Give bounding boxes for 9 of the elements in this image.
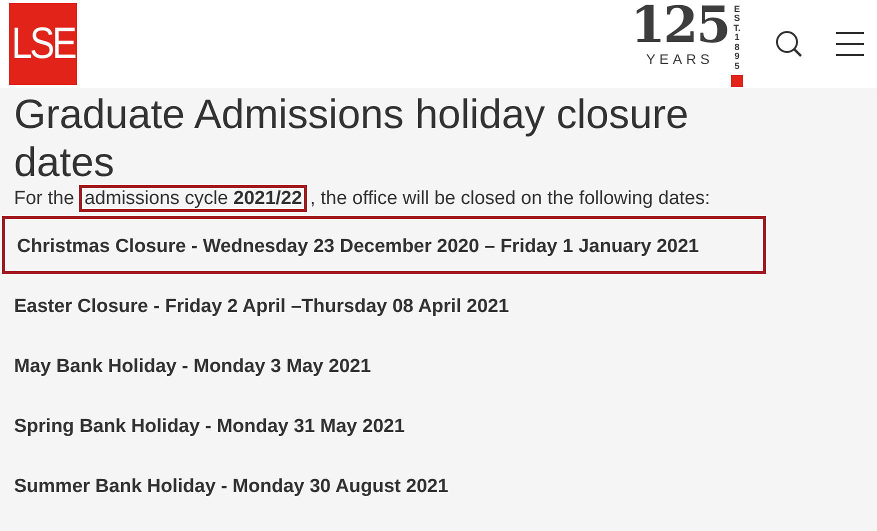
closure-date: Summer Bank Holiday - Monday 30 August 2021	[14, 476, 448, 497]
intro-text: For the admissions cycle 2021/22 , the office will be closed on the following dates:	[14, 188, 863, 210]
page-title: Graduate Admissions holiday closure dates	[14, 90, 690, 186]
closure-date: May Bank Holiday - Monday 3 May 2021	[14, 356, 371, 377]
closure-date: Christmas Closure - Wednesday 23 December 2020 – Friday 1 January 2021	[17, 236, 699, 257]
menu-icon[interactable]	[835, 31, 865, 57]
closure-date: Easter Closure - Friday 2 April –Thursday 08 April 2021	[14, 296, 509, 317]
closure-date: Spring Bank Holiday - Monday 31 May 2021	[14, 416, 405, 437]
lse-logo[interactable]: LSE	[9, 3, 77, 85]
